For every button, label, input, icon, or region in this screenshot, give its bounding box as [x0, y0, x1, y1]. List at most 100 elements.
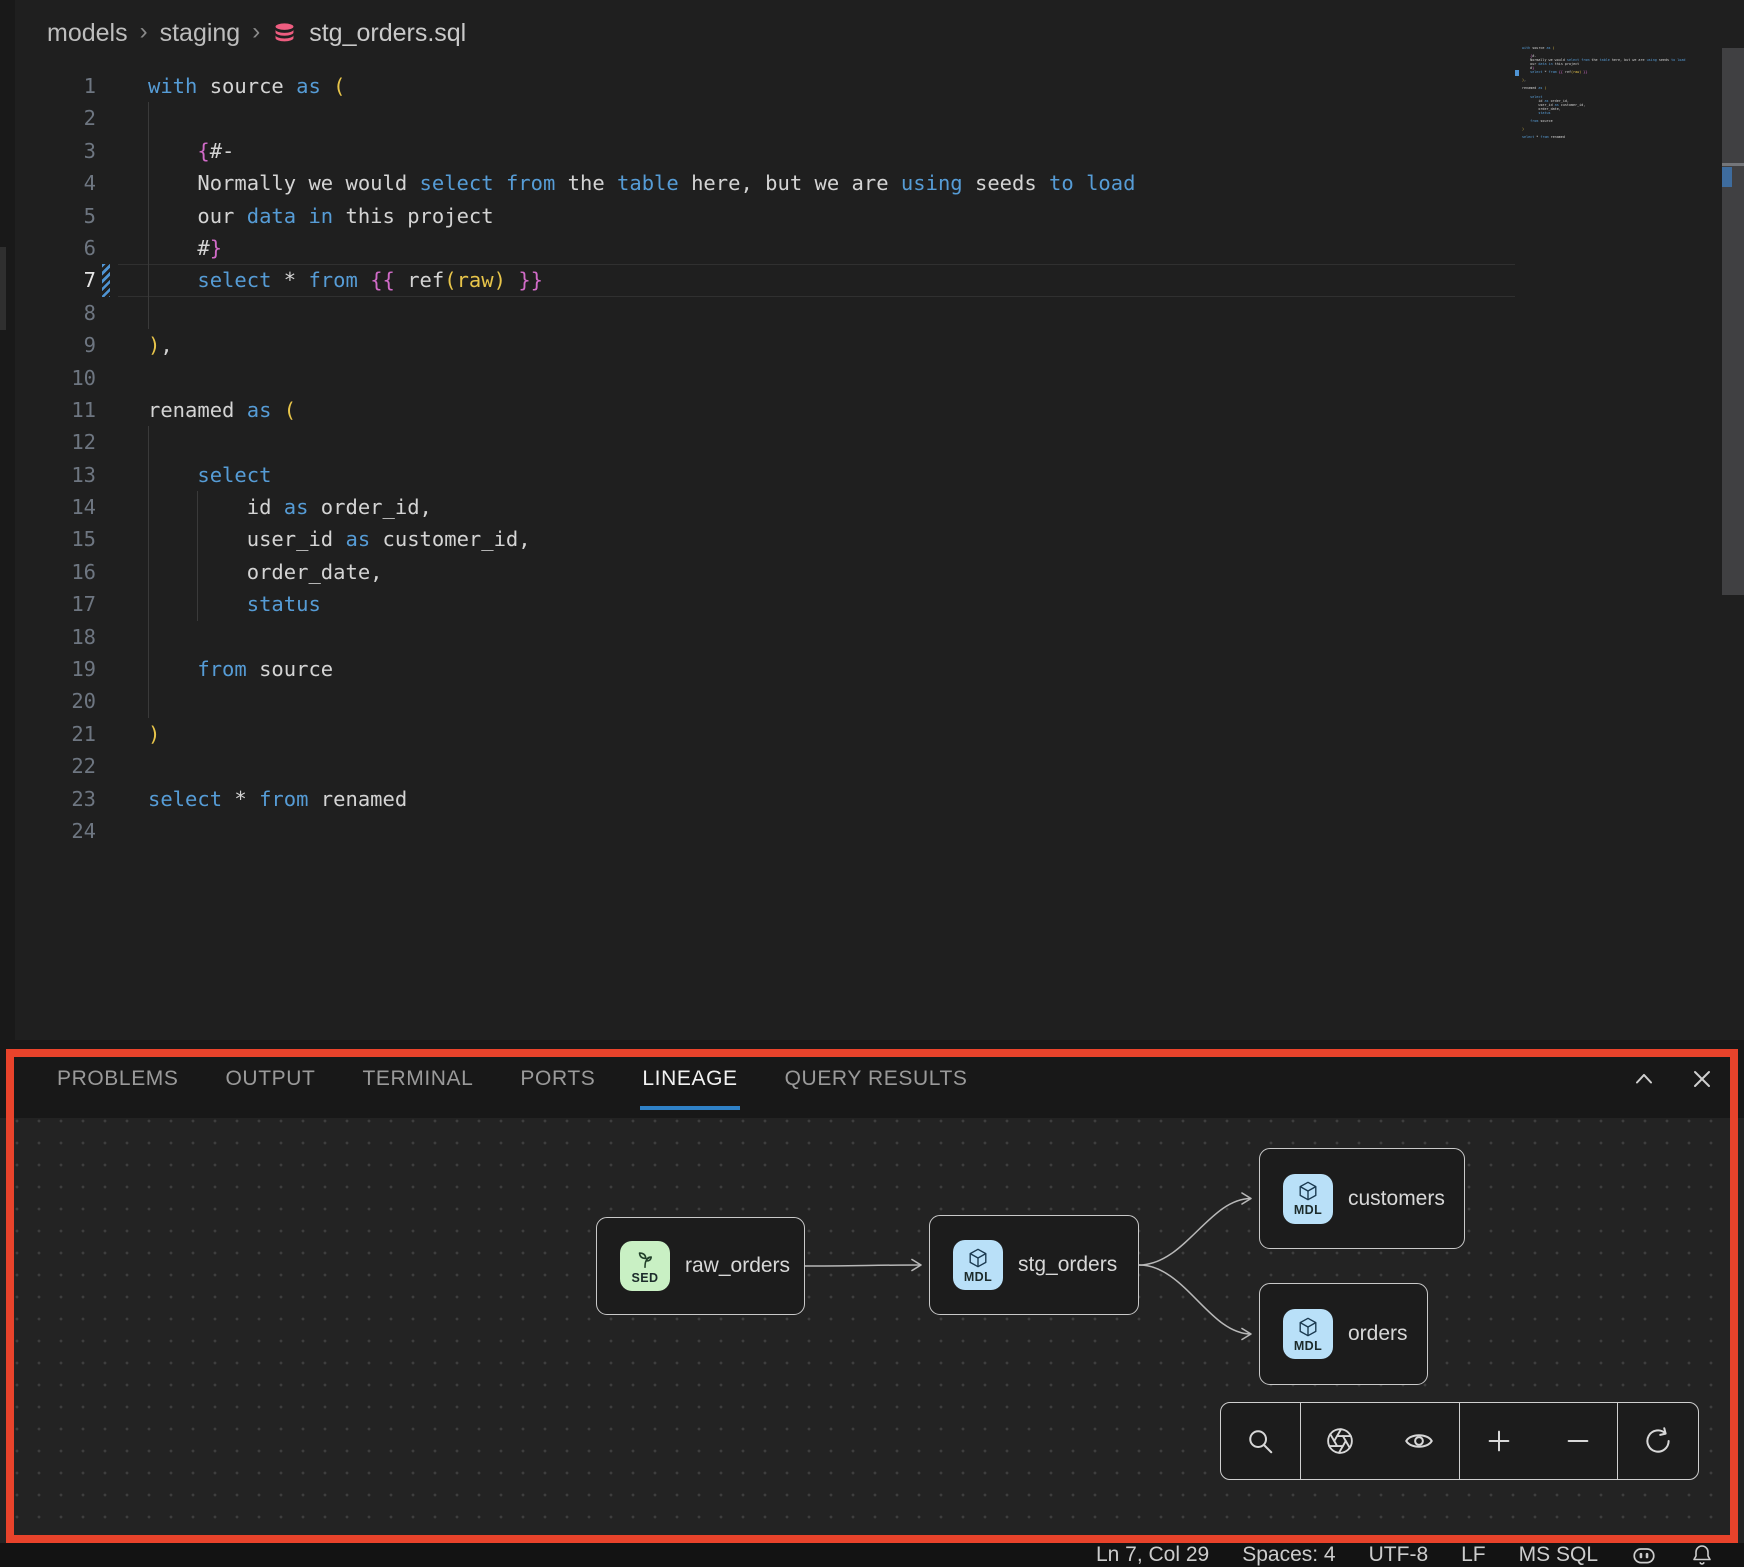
line-number: 8	[0, 297, 96, 329]
eye-button[interactable]	[1380, 1403, 1459, 1479]
code-line[interactable]: order_date,	[148, 556, 1135, 588]
code-line[interactable]: our data in this project	[148, 200, 1135, 232]
aperture-button[interactable]	[1301, 1403, 1380, 1479]
node-badge-label: MDL	[1294, 1339, 1322, 1353]
code-line[interactable]	[148, 362, 1135, 394]
bell-icon[interactable]	[1690, 1543, 1714, 1567]
code-line[interactable]: with source as (	[148, 70, 1135, 102]
code-line[interactable]: status	[148, 588, 1135, 620]
status-language-mode[interactable]: MS SQL	[1519, 1543, 1598, 1567]
lineage-node-stg_orders[interactable]: MDL stg_orders	[929, 1215, 1139, 1315]
code-line[interactable]	[148, 750, 1135, 782]
database-icon	[272, 21, 297, 46]
lineage-node-customers[interactable]: MDLcustomers	[1259, 1148, 1465, 1249]
minimap[interactable]: with source as ( {#- Normally we would s…	[1522, 46, 1685, 143]
toolbar-group	[1221, 1403, 1300, 1479]
line-number: 13	[0, 459, 96, 491]
node-label: raw_orders	[685, 1254, 790, 1278]
status-indentation[interactable]: Spaces: 4	[1242, 1543, 1335, 1567]
code-line[interactable]: id as order_id,	[148, 491, 1135, 523]
line-number: 21	[0, 718, 96, 750]
code-line[interactable]	[148, 621, 1135, 653]
code-line[interactable]: select	[148, 459, 1135, 491]
search-button[interactable]	[1221, 1403, 1300, 1479]
panel-tab-output[interactable]: OUTPUT	[226, 1040, 316, 1118]
code-line[interactable]: select * from {{ ref(raw) }}	[148, 264, 1135, 296]
chevron-up-icon[interactable]	[1630, 1065, 1658, 1093]
line-number: 11	[0, 394, 96, 426]
code-line[interactable]: from source	[148, 653, 1135, 685]
code-line[interactable]: renamed as (	[148, 394, 1135, 426]
code-line[interactable]	[1522, 139, 1685, 143]
panel-tab-terminal[interactable]: TERMINAL	[362, 1040, 473, 1118]
node-badge-label: MDL	[964, 1270, 992, 1284]
line-number: 12	[0, 426, 96, 458]
line-number: 15	[0, 523, 96, 555]
panel-tab-problems[interactable]: PROBLEMS	[57, 1040, 179, 1118]
breadcrumb-file[interactable]: stg_orders.sql	[309, 19, 466, 48]
indent-guide	[197, 491, 198, 621]
toolbar-group	[1459, 1403, 1617, 1479]
node-label: customers	[1348, 1187, 1445, 1211]
panel-tab-ports[interactable]: PORTS	[520, 1040, 595, 1118]
breadcrumb-item[interactable]: staging	[160, 19, 241, 48]
panel-actions	[1630, 1040, 1716, 1118]
panel-tab-lineage[interactable]: LINEAGE	[642, 1040, 737, 1118]
refresh-button[interactable]	[1618, 1403, 1698, 1479]
line-number: 9	[0, 329, 96, 361]
code-line[interactable]: ),	[148, 329, 1135, 361]
line-number: 18	[0, 621, 96, 653]
lineage-edge	[805, 1265, 921, 1266]
editor-gutter: 123456789101112131415161718192021222324	[0, 70, 96, 847]
breadcrumb-item[interactable]: models	[47, 19, 128, 48]
lineage-node-raw_orders[interactable]: SED raw_orders	[596, 1217, 805, 1315]
code-line[interactable]	[148, 426, 1135, 458]
modified-line-indicator	[102, 264, 110, 296]
status-cursor-position[interactable]: Ln 7, Col 29	[1096, 1543, 1209, 1567]
lineage-node-orders[interactable]: MDL orders	[1259, 1283, 1428, 1385]
zoom-out-button[interactable]	[1539, 1403, 1618, 1479]
line-number: 7	[0, 264, 96, 296]
node-badge: SED	[620, 1241, 670, 1291]
status-bar: Ln 7, Col 29 Spaces: 4 UTF-8 LF MS SQL	[0, 1543, 1744, 1567]
code-line[interactable]	[148, 815, 1135, 847]
code-line[interactable]: user_id as customer_id,	[148, 523, 1135, 555]
vscode-window: models›staging›stg_orders.sql 1234567891…	[0, 0, 1744, 1567]
copilot-icon[interactable]	[1631, 1542, 1657, 1567]
refresh-icon	[1643, 1426, 1673, 1456]
line-number: 16	[0, 556, 96, 588]
code-editor[interactable]: with source as ( {#- Normally we would s…	[148, 70, 1135, 847]
breadcrumb[interactable]: models›staging›stg_orders.sql	[47, 10, 466, 56]
scrollbar[interactable]	[1722, 48, 1744, 595]
zoom-in-button[interactable]	[1460, 1403, 1539, 1479]
code-line[interactable]: Normally we would select from the table …	[148, 167, 1135, 199]
node-label: stg_orders	[1018, 1253, 1117, 1277]
toolbar-group	[1300, 1403, 1459, 1479]
chevron-right-icon: ›	[252, 18, 260, 46]
search-icon	[1245, 1426, 1275, 1456]
code-line[interactable]: {#-	[148, 135, 1135, 167]
toolbar-group	[1617, 1403, 1698, 1479]
line-number: 4	[0, 167, 96, 199]
bottom-panel-header: PROBLEMS OUTPUT TERMINAL PORTS LINEAGE QUERY …	[0, 1040, 1744, 1118]
close-icon[interactable]	[1688, 1065, 1716, 1093]
panel-tab-query-results[interactable]: QUERY RESULTS	[785, 1040, 968, 1118]
code-line[interactable]: )	[148, 718, 1135, 750]
line-number: 23	[0, 783, 96, 815]
line-number: 5	[0, 200, 96, 232]
indent-guide	[148, 102, 149, 329]
node-label: orders	[1348, 1322, 1408, 1346]
lineage-edge	[1139, 1199, 1251, 1266]
code-line[interactable]	[148, 297, 1135, 329]
line-number: 6	[0, 232, 96, 264]
status-encoding[interactable]: UTF-8	[1369, 1543, 1429, 1567]
line-number: 14	[0, 491, 96, 523]
lineage-toolbar	[1220, 1402, 1699, 1480]
status-eol-sequence[interactable]: LF	[1461, 1543, 1486, 1567]
code-line[interactable]	[148, 685, 1135, 717]
code-line[interactable]	[148, 102, 1135, 134]
code-line[interactable]: #}	[148, 232, 1135, 264]
lineage-canvas[interactable]: SEDraw_ordersMDLstg_ordersMDLcustomersMD…	[0, 1118, 1744, 1543]
cube-icon	[967, 1247, 989, 1269]
code-line[interactable]: select * from renamed	[148, 783, 1135, 815]
